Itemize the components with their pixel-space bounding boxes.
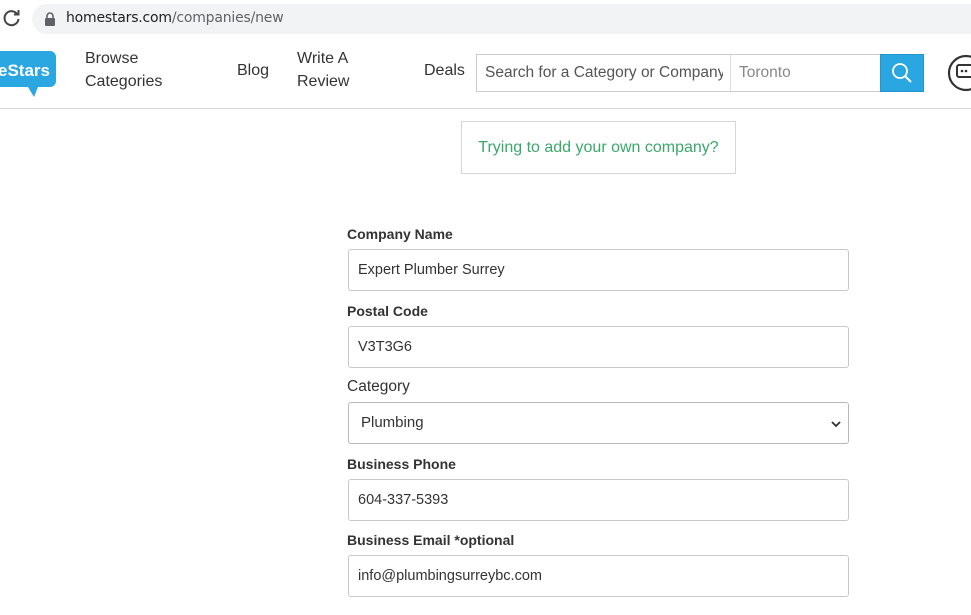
business-email-field	[348, 555, 849, 597]
category-label: Category	[347, 378, 410, 395]
business-email-input[interactable]	[349, 556, 848, 596]
nav-browse-categories[interactable]: Browse Categories	[85, 47, 175, 93]
postal-code-field	[348, 326, 849, 368]
company-name-input[interactable]	[349, 250, 848, 290]
business-email-label: Business Email *optional	[347, 532, 515, 548]
homestars-logo[interactable]: eStars	[0, 51, 56, 98]
location-box	[730, 54, 881, 92]
business-phone-label: Business Phone	[347, 456, 456, 472]
search-button[interactable]	[880, 54, 924, 92]
category-value: Plumbing	[361, 414, 424, 431]
own-company-link[interactable]: Trying to add your own company?	[478, 139, 718, 157]
business-phone-field	[348, 479, 849, 521]
category-select[interactable]: Plumbing	[348, 402, 849, 444]
search-icon	[892, 63, 912, 83]
nav-blog[interactable]: Blog	[237, 59, 269, 82]
reload-icon[interactable]	[2, 8, 22, 28]
url-text: homestars.com/companies/new	[66, 10, 284, 26]
url-field[interactable]: homestars.com/companies/new	[32, 4, 971, 34]
lock-icon	[45, 12, 55, 26]
postal-code-input[interactable]	[349, 327, 848, 367]
nav-deals[interactable]: Deals	[424, 59, 465, 82]
business-phone-input[interactable]	[349, 480, 848, 520]
nav-browse-line2: Categories	[85, 73, 163, 90]
nav-write-review[interactable]: Write A Review	[297, 47, 367, 93]
search-input[interactable]	[477, 55, 731, 91]
nav-write-line1: Write A	[297, 50, 349, 67]
url-domain: homestars.com	[66, 10, 172, 26]
nav-write-line2: Review	[297, 73, 350, 90]
url-path: /companies/new	[171, 10, 284, 26]
company-name-field	[348, 249, 849, 291]
logo-text: eStars	[0, 61, 50, 80]
chevron-down-icon	[831, 421, 841, 428]
company-name-label: Company Name	[347, 226, 453, 242]
site-header: eStars Browse Categories Blog Write A Re…	[0, 38, 971, 109]
browser-address-bar: homestars.com/companies/new	[0, 0, 971, 38]
location-input[interactable]	[731, 55, 880, 91]
postal-code-label: Postal Code	[347, 303, 428, 319]
nav-browse-line1: Browse	[85, 50, 139, 67]
chat-icon[interactable]	[946, 53, 971, 93]
search-box	[476, 54, 731, 92]
own-company-box: Trying to add your own company?	[461, 121, 736, 174]
